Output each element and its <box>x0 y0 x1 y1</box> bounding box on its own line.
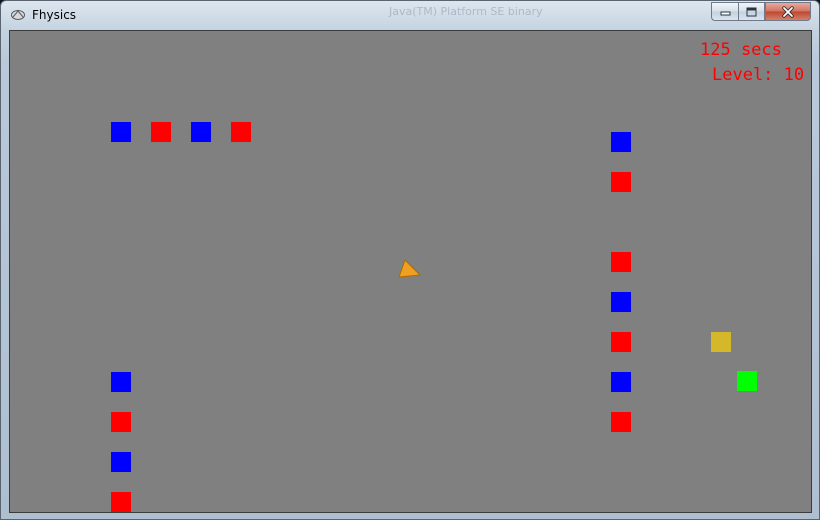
triangle-ship-icon <box>398 259 422 278</box>
block-red <box>611 172 631 192</box>
ship-body <box>398 259 422 278</box>
window-title: Fhysics <box>32 8 77 22</box>
block-blue <box>111 122 131 142</box>
block-blue <box>111 452 131 472</box>
maximize-icon <box>746 7 757 16</box>
minimize-icon <box>720 11 730 15</box>
maximize-button[interactable] <box>738 2 765 21</box>
close-icon <box>782 5 794 18</box>
game-canvas[interactable]: 125 secs Level: 10 <box>9 30 812 513</box>
block-red <box>611 252 631 272</box>
block-blue <box>111 372 131 392</box>
level-display: Level: 10 <box>712 65 805 85</box>
window-controls <box>711 2 811 21</box>
block-blue <box>611 292 631 312</box>
minimize-button[interactable] <box>711 2 738 21</box>
block-red <box>611 412 631 432</box>
block-blue <box>611 132 631 152</box>
block-red <box>231 122 251 142</box>
block-green <box>737 371 757 391</box>
block-red <box>151 122 171 142</box>
timer-display: 125 secs <box>700 40 782 60</box>
block-red <box>611 332 631 352</box>
block-blue <box>611 372 631 392</box>
app-icon <box>11 10 25 20</box>
block-red <box>111 492 131 512</box>
block-red <box>111 412 131 432</box>
title-bar[interactable]: Fhysics Java(TM) Platform SE binary <box>1 1 819 29</box>
app-window: Fhysics Java(TM) Platform SE binary 125 … <box>0 0 820 520</box>
background-window-title: Java(TM) Platform SE binary <box>389 5 543 18</box>
block-blue <box>191 122 211 142</box>
close-button[interactable] <box>765 2 811 21</box>
block-gold <box>711 332 731 352</box>
